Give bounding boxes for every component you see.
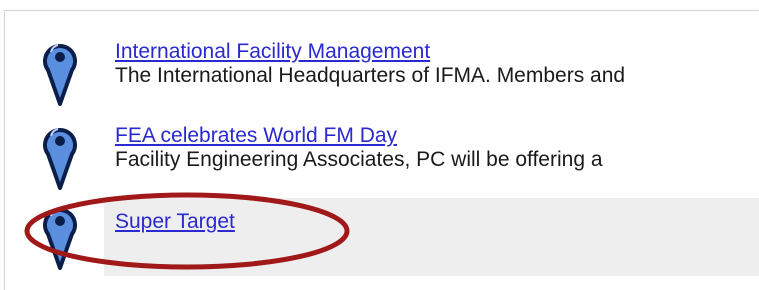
result-snippet: The International Headquarters of IFMA. …	[115, 64, 626, 87]
search-result-item[interactable]: Super Target	[40, 196, 755, 276]
map-pin-icon[interactable]	[40, 36, 80, 106]
result-title-link[interactable]: International Facility Management	[115, 40, 430, 64]
result-title-link[interactable]: FEA celebrates World FM Day	[115, 124, 397, 148]
result-snippet: Facility Engineering Associates, PC will…	[115, 148, 603, 171]
result-title-link[interactable]: Super Target	[115, 210, 235, 234]
map-pin-icon[interactable]	[40, 200, 80, 270]
map-pin-icon[interactable]	[40, 120, 80, 190]
search-result-item[interactable]: International Facility Management The In…	[40, 32, 755, 106]
search-result-item[interactable]: FEA celebrates World FM Day Facility Eng…	[40, 116, 755, 190]
screenshot-canvas: International Facility Management The In…	[0, 0, 759, 290]
